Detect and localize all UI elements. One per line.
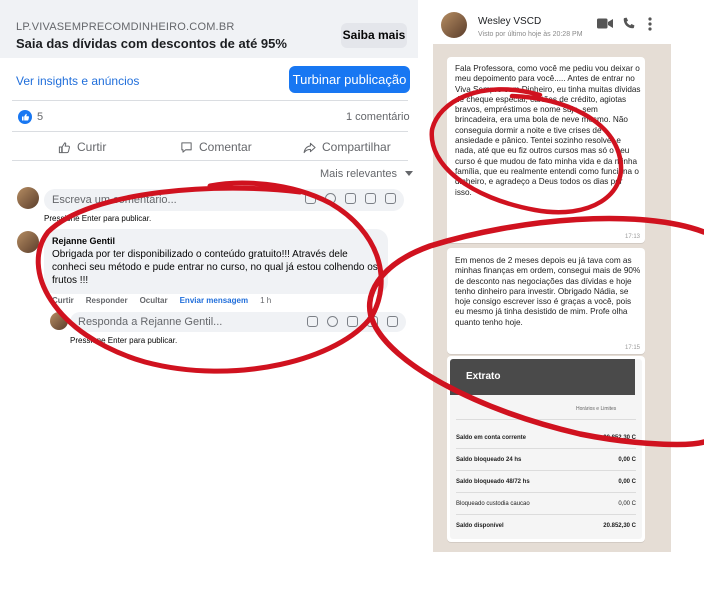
message-time: 17:13: [624, 234, 640, 240]
message-text: Em menos de 2 meses depois eu já tava co…: [455, 256, 641, 327]
gif-icon[interactable]: [307, 316, 318, 327]
statement-value: 20.852,30 C: [603, 523, 636, 529]
comment-like-link[interactable]: Curtir: [52, 296, 74, 305]
camera-icon[interactable]: [345, 193, 356, 204]
statement-divider: [456, 419, 636, 420]
statement-label: Saldo disponível: [456, 523, 504, 529]
comment-time[interactable]: 1 h: [260, 296, 271, 305]
statement-divider: [456, 492, 636, 493]
whatsapp-chat: Wesley VSCD Visto por último hoje às 20:…: [433, 4, 671, 552]
gif-icon[interactable]: [365, 193, 376, 204]
statement-subtitle: Horários e Limites: [576, 406, 617, 412]
contact-name[interactable]: Wesley VSCD: [478, 16, 541, 27]
boost-post-button[interactable]: Turbinar publicação: [289, 66, 410, 93]
divider: [12, 131, 408, 132]
share-icon: [303, 142, 316, 153]
contact-avatar[interactable]: [441, 12, 467, 38]
like-button[interactable]: Curtir: [58, 140, 106, 154]
current-user-avatar: [50, 312, 68, 330]
statement-label: Bloqueado custodia caucao: [456, 501, 530, 507]
chat-header: Wesley VSCD Visto por último hoje às 20:…: [433, 4, 671, 44]
statement-value: 0,00 C: [618, 457, 636, 463]
comment-tools: [305, 193, 396, 204]
facebook-post: LP.VIVASEMPRECOMDINHEIRO.COM.BR Saia das…: [0, 0, 420, 360]
comment-text: Obrigada por ter disponibilizado o conte…: [52, 249, 378, 286]
share-label: Compartilhar: [322, 140, 391, 154]
gif-icon[interactable]: [305, 193, 316, 204]
statement-value: 20.852,30 C: [603, 435, 636, 441]
statement-divider: [456, 514, 636, 515]
statement-value: 0,00 C: [618, 479, 636, 485]
message-bubble: Em menos de 2 meses depois eu já tava co…: [447, 248, 645, 354]
comment-bubble: Rejanne Gentil Obrigada por ter disponib…: [44, 229, 388, 294]
sort-label: Mais relevantes: [320, 168, 398, 180]
sticker-icon[interactable]: [385, 193, 396, 204]
divider: [12, 160, 408, 161]
comment-input[interactable]: Escreva um comentário...: [44, 189, 404, 211]
link-domain: LP.VIVASEMPRECOMDINHEIRO.COM.BR: [16, 21, 235, 33]
like-label: Curtir: [77, 140, 107, 154]
reply-placeholder: Responda a Rejanne Gentil...: [78, 316, 223, 328]
emoji-icon[interactable]: [325, 193, 336, 204]
sort-dropdown[interactable]: Mais relevantes: [320, 168, 414, 180]
statement-divider: [456, 470, 636, 471]
video-call-icon[interactable]: [597, 18, 613, 29]
gif-icon[interactable]: [367, 316, 378, 327]
comment-placeholder: Escreva um comentário...: [52, 194, 177, 206]
statement-value: 0,00 C: [618, 501, 636, 507]
statement-divider: [456, 448, 636, 449]
statement-title: Extrato: [466, 371, 501, 382]
phone-icon[interactable]: [622, 17, 635, 30]
comment-reply-link[interactable]: Responder: [86, 296, 128, 305]
comments-count[interactable]: 1 comentário: [346, 111, 410, 123]
statement-label: Saldo bloqueado 24 hs: [456, 457, 522, 463]
more-vert-icon[interactable]: [648, 17, 652, 31]
reply-tools: [307, 316, 398, 327]
reply-hint: Pressione Enter para publicar.: [70, 336, 178, 345]
bank-statement-image: Extrato Horários e Limites Saldo em cont…: [450, 359, 642, 539]
saiba-mais-button[interactable]: Saiba mais: [341, 23, 407, 48]
comment-author[interactable]: Rejanne Gentil: [52, 236, 115, 246]
message-time: 17:15: [624, 345, 640, 351]
commenter-avatar[interactable]: [17, 231, 39, 253]
statement-label: Saldo bloqueado 48/72 hs: [456, 479, 530, 485]
link-title: Saia das dívidas com descontos de até 95…: [16, 36, 287, 51]
comment-icon: [181, 141, 192, 153]
image-message[interactable]: Extrato Horários e Limites Saldo em cont…: [447, 356, 645, 542]
emoji-icon[interactable]: [327, 316, 338, 327]
current-user-avatar: [17, 187, 39, 209]
comment-label: Comentar: [199, 140, 252, 154]
message-bubble: Fala Professora, como você me pediu vou …: [447, 57, 645, 243]
insights-link[interactable]: Ver insights e anúncios: [16, 74, 139, 88]
caret-down-icon: [405, 171, 414, 176]
link-preview[interactable]: LP.VIVASEMPRECOMDINHEIRO.COM.BR Saia das…: [0, 0, 418, 58]
thumbs-up-icon: [58, 141, 70, 153]
share-button[interactable]: Compartilhar: [303, 140, 391, 154]
like-reaction-icon: [18, 110, 32, 124]
camera-icon[interactable]: [347, 316, 358, 327]
comment-hint: Pressione Enter para publicar.: [44, 214, 152, 223]
likes-count[interactable]: 5: [37, 111, 43, 123]
comment-hide-link[interactable]: Ocultar: [140, 296, 168, 305]
statement-header: Extrato: [450, 359, 635, 395]
statement-label: Saldo em conta corrente: [456, 435, 527, 441]
comment-actions: Curtir Responder Ocultar Enviar mensagem…: [52, 296, 271, 305]
divider: [12, 100, 408, 101]
send-message-link[interactable]: Enviar mensagem: [180, 296, 248, 305]
sticker-icon[interactable]: [387, 316, 398, 327]
last-seen: Visto por último hoje às 20:28 PM: [478, 31, 583, 38]
reply-input[interactable]: Responda a Rejanne Gentil...: [70, 312, 406, 332]
message-text: Fala Professora, como você me pediu vou …: [455, 64, 641, 197]
comment-button[interactable]: Comentar: [180, 140, 252, 154]
